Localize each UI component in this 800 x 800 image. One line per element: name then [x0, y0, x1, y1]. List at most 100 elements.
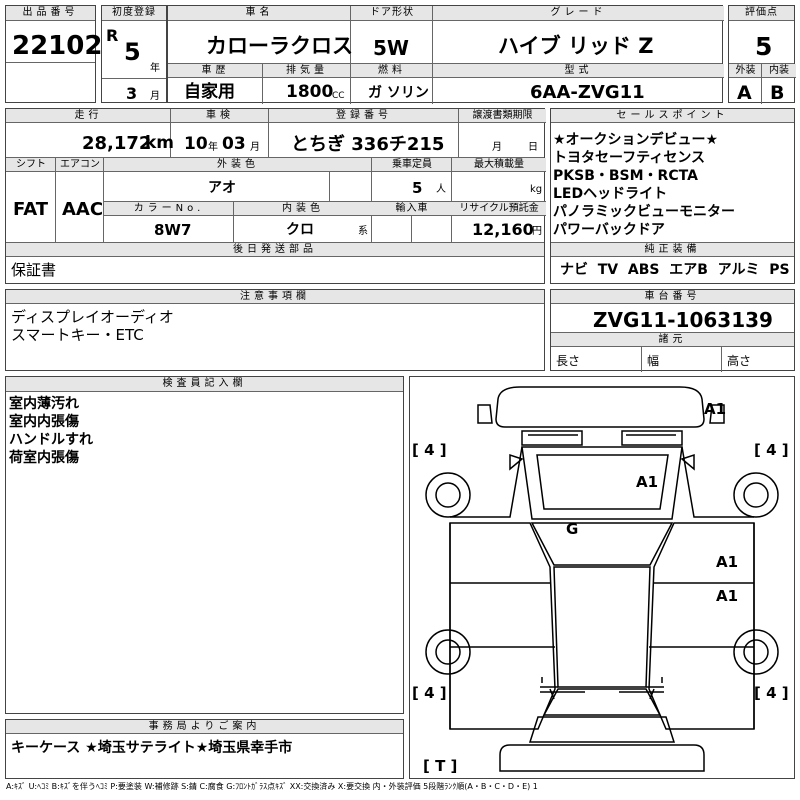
history-header: 車歴 — [168, 64, 263, 78]
door-header: ドア形状 — [351, 6, 433, 21]
color-number: 8W7 — [154, 221, 192, 239]
damage-mark-hood: A1 — [636, 473, 659, 491]
overall-score: 5 — [755, 32, 773, 61]
model-code: 6AA-ZVG11 — [530, 82, 645, 103]
exterior-header: 外装 — [729, 64, 762, 78]
sales-points-list: ★オークションデビュー★ トヨタセーフティセンス PKSB・BSM・RCTA L… — [553, 131, 735, 239]
tire-tread-rear-left: [ 4 ] — [412, 684, 447, 702]
shift-type: FAT — [13, 199, 49, 220]
legend: A:ｷｽﾞ U:ﾍｺﾐ B:ｷｽﾞを伴うﾍｺﾐ P:要塗装 W:補修跡 S:錆 … — [6, 782, 538, 791]
front-bumper-outline — [495, 386, 705, 428]
spec-width-label: 幅 — [647, 354, 660, 368]
equip-item: ナビ — [560, 262, 588, 278]
office-header: 事務局よりご案内 — [6, 720, 403, 734]
note-line: スマートキー・ETC — [11, 326, 144, 344]
notes-list: ディスプレイオーディオ スマートキー・ETC — [11, 308, 174, 344]
year-unit: 年 — [150, 63, 160, 74]
inspector-line: 荷室内張傷 — [9, 450, 79, 466]
inspection-month-unit: 月 — [250, 142, 260, 153]
inspector-line: 室内内張傷 — [9, 414, 79, 430]
tire-rear-left — [425, 629, 471, 675]
tire-tread-front-right: [ 4 ] — [754, 441, 789, 459]
doc-day-unit: 日 — [528, 142, 538, 153]
equipment-header: 純正装備 — [551, 243, 794, 257]
equipment-list: ナビ TV ABS エアB アルミ PS PW — [560, 263, 800, 277]
sales-points-header: セールスポイント — [551, 109, 794, 123]
vehicle-history: 自家用 — [184, 82, 235, 102]
tire-tread-rear-right: [ 4 ] — [754, 684, 789, 702]
damage-mark-roof: G — [566, 520, 579, 538]
seat-capacity: 5 — [412, 179, 423, 197]
equip-item: TV — [597, 262, 619, 278]
ac-header: エアコン — [56, 158, 104, 172]
inspection-header: 車検 — [171, 109, 269, 123]
fuel-type: ガ ソリン — [368, 85, 429, 101]
sales-point: パノラミックビューモニター — [553, 204, 735, 220]
chassis-box: 車台番号 ZVG11-1063139 諸元 長さ 幅 高さ — [550, 289, 795, 372]
equip-item: アルミ — [717, 262, 760, 278]
exterior-grade: A — [737, 82, 752, 104]
car-name: カローラクロス — [206, 34, 353, 58]
inspection-month: 03 — [222, 134, 246, 154]
plate-number: とちぎ 336チ215 — [291, 134, 445, 155]
equip-item: ABS — [627, 262, 660, 278]
grade: ハイブ リッド Z — [498, 34, 654, 58]
car-diagram — [425, 386, 779, 772]
inspector-header: 検査員記入欄 — [6, 377, 403, 392]
sales-point: パワーバックドア — [553, 222, 665, 238]
mileage-header: 走行 — [6, 109, 171, 123]
equip-item: PS — [769, 262, 790, 278]
displacement-header: 排気量 — [263, 64, 351, 78]
inspection-year: 10 — [184, 134, 208, 154]
spec-length-label: 長さ — [556, 354, 581, 368]
color-no-header: カラーNo. — [104, 202, 234, 216]
color-header: 外装色 — [104, 158, 372, 172]
chassis-number: ZVG11-1063139 — [593, 308, 773, 332]
import-header: 輸入車 — [372, 202, 452, 216]
chassis-header: 車台番号 — [551, 290, 794, 304]
lot-number-box: 出品番号 22102 — [5, 5, 102, 103]
office-text: キーケース ★埼玉サテライト★埼玉県幸手市 — [11, 740, 293, 756]
doc-deadline-header: 譲渡書類期限 — [459, 109, 546, 123]
sales-point: PKSB・BSM・RCTA — [553, 168, 698, 184]
grade-header: グレード — [433, 6, 724, 21]
seats-header: 乗車定員 — [372, 158, 452, 172]
score-box: 評価点 5 外装 内装 A B — [728, 5, 796, 104]
interior-color-header: 内装色 — [234, 202, 372, 216]
registration-month: 3 — [126, 84, 138, 103]
spare-tire-mark: [ T ] — [423, 757, 458, 775]
damage-mark-door1: A1 — [716, 553, 739, 571]
inspector-box: 検査員記入欄 室内薄汚れ 室内内張傷 ハンドルすれ 荷室内張傷 — [5, 376, 404, 714]
notes-header: 注意事項欄 — [6, 290, 544, 304]
sales-points-box: セールスポイント ★オークションデビュー★ トヨタセーフティセンス PKSB・B… — [550, 108, 800, 284]
office-box: 事務局よりご案内 キーケース ★埼玉サテライト★埼玉県幸手市 — [5, 719, 404, 779]
equip-item: エアB — [669, 262, 708, 278]
later-parts: 保証書 — [11, 261, 57, 279]
load-header: 最大積載量 — [452, 158, 546, 172]
interior-color: クロ — [286, 222, 314, 238]
door-type: 5W — [373, 36, 409, 60]
mileage-unit: km — [145, 133, 175, 153]
tire-rear-right — [733, 629, 779, 675]
shift-header: シフト — [6, 158, 56, 172]
note-line: ディスプレイオーディオ — [11, 308, 174, 326]
lot-number-header: 出品番号 — [6, 6, 95, 21]
first-registration-header: 初度登録 — [102, 6, 166, 21]
damage-mark-door2: A1 — [716, 587, 739, 605]
mileage: 28,172 — [82, 133, 152, 154]
ac-type: AAC — [62, 199, 104, 220]
first-registration-box: 初度登録 R 5 年 3 月 — [101, 5, 167, 103]
inspector-list: 室内薄汚れ 室内内張傷 ハンドルすれ 荷室内張傷 — [9, 395, 93, 467]
later-parts-header: 後日発送部品 — [6, 243, 544, 257]
tire-tread-front-left: [ 4 ] — [412, 441, 447, 459]
recycle-header: リサイクル預託金 — [452, 202, 546, 216]
plate-header: 登録番号 — [269, 109, 459, 123]
exterior-color: アオ — [208, 180, 236, 196]
sales-point: ★オークションデビュー★ — [553, 132, 719, 148]
tire-front-left — [425, 472, 471, 518]
inspector-line: ハンドルすれ — [9, 432, 93, 448]
spec-header: 諸元 — [551, 333, 794, 347]
notes-box: 注意事項欄 ディスプレイオーディオ スマートキー・ETC — [5, 289, 545, 371]
displacement-unit: CC — [332, 91, 345, 101]
fuel-header: 燃料 — [351, 64, 433, 78]
